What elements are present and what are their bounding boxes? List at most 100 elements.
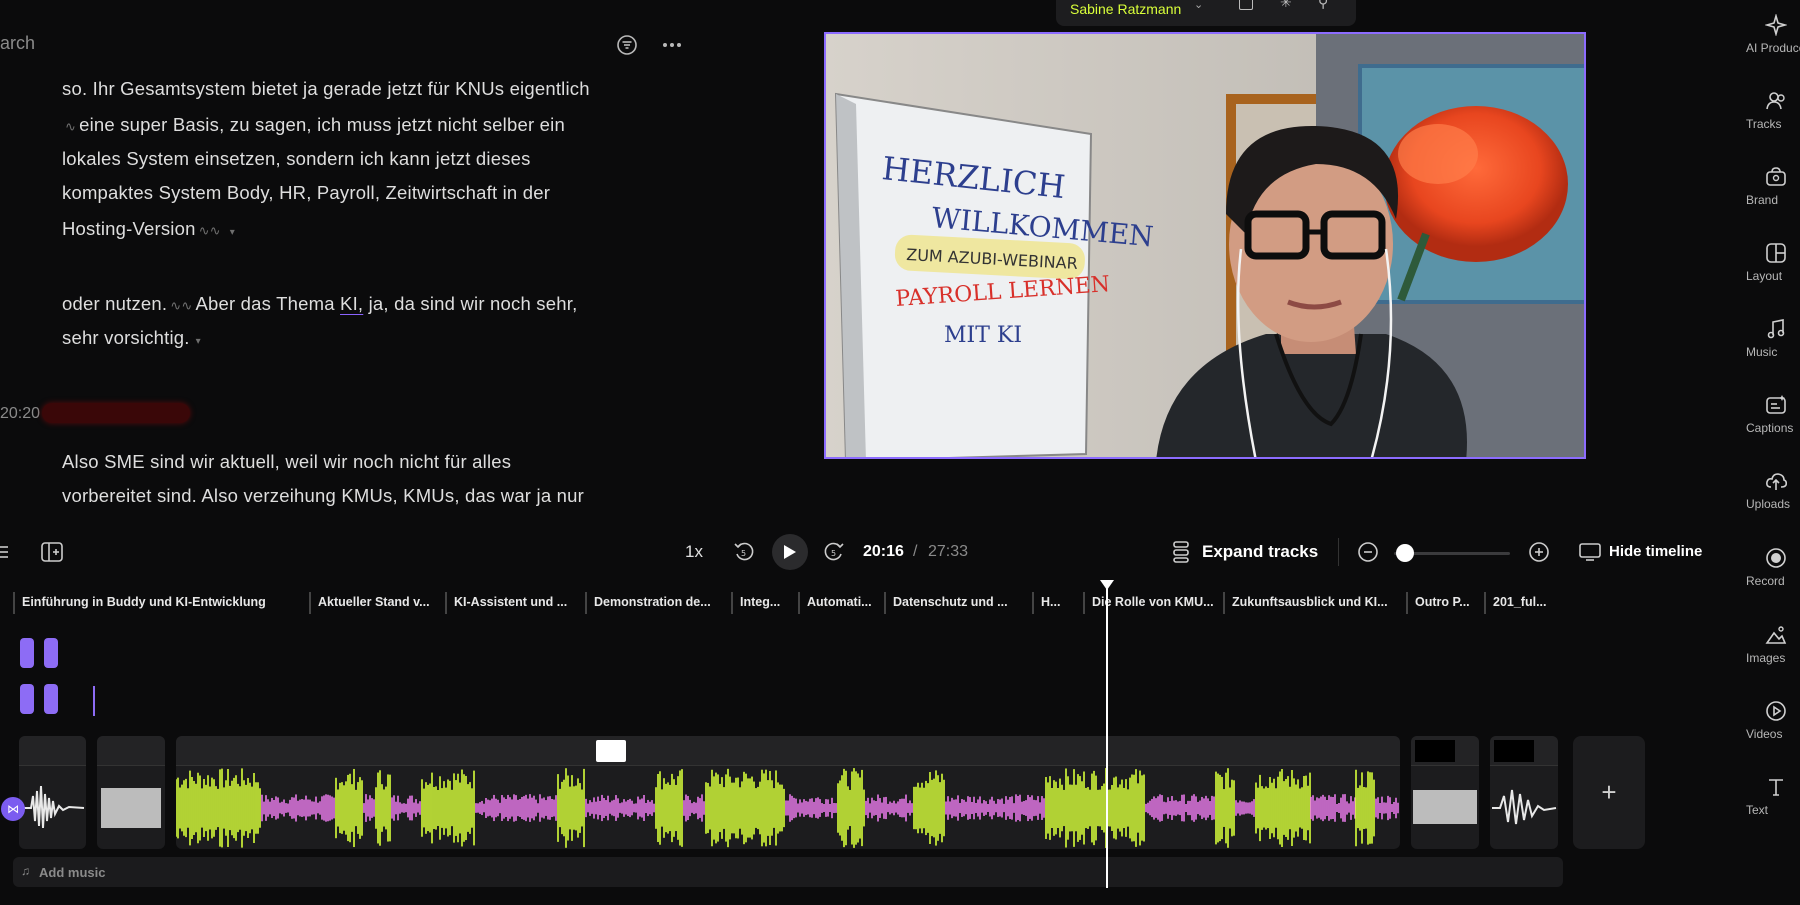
video-preview[interactable]: HERZLICH WILLKOMMEN ZUM AZUBI-WEBINAR PA… <box>824 32 1586 459</box>
track-marker[interactable] <box>20 638 34 668</box>
transcript-line[interactable]: sehr vorsichtig. ▾ <box>62 327 201 349</box>
sidebar-item-label: Brand <box>1746 193 1779 207</box>
video-play-icon <box>1766 701 1786 721</box>
transcript-line[interactable]: kompaktes System Body, HR, Payroll, Zeit… <box>62 182 550 204</box>
transcript-line[interactable]: lokales System einsetzen, sondern ich ka… <box>62 148 531 170</box>
sidebar-item-label: Record <box>1746 574 1785 588</box>
zoom-out-icon[interactable] <box>1356 540 1380 564</box>
zoom-in-icon[interactable] <box>1527 540 1551 564</box>
divider <box>1338 538 1339 566</box>
crop-icon[interactable] <box>1239 0 1253 10</box>
transcript-line[interactable]: oder nutzen. ∿∿ Aber das Thema KI, ja, da … <box>62 293 577 315</box>
redacted-speaker-name <box>42 403 190 423</box>
more-options-icon[interactable] <box>659 32 685 58</box>
chapter-item[interactable]: Demonstration de... <box>585 592 731 614</box>
playback-speed[interactable]: 1x <box>685 542 703 562</box>
sidebar-item-record[interactable]: Record <box>1728 547 1800 588</box>
play-button[interactable] <box>772 534 808 570</box>
total-time: 27:33 <box>928 543 969 560</box>
forward-5-icon[interactable]: 5 <box>822 540 846 564</box>
speaker-name[interactable]: Sabine Ratzmann <box>1070 1 1181 17</box>
chapter-item[interactable]: Outro P... <box>1406 592 1484 614</box>
expand-tracks-button[interactable]: Expand tracks <box>1202 542 1318 562</box>
waveform-icon: ∿ <box>65 119 77 134</box>
waveform-icon: ∿∿ <box>170 298 193 313</box>
chapter-item[interactable]: Zukunftsausblick und KI... <box>1223 592 1406 614</box>
playhead[interactable] <box>1106 583 1108 888</box>
svg-text:MIT KI: MIT KI <box>944 323 1022 348</box>
sidebar-item-tracks[interactable]: Tracks <box>1728 90 1800 131</box>
transcript-line[interactable]: so. Ihr Gesamtsystem bietet ja gerade je… <box>62 78 590 100</box>
speaker-timestamp: 20:20 <box>0 405 41 422</box>
chapter-item[interactable]: KI-Assistent und ... <box>445 592 585 614</box>
sidebar-item-brand[interactable]: Brand <box>1728 166 1800 207</box>
chapter-strip: Einführung in Buddy und KI-Entwicklung A… <box>0 592 1570 614</box>
intro-clip[interactable] <box>97 736 165 849</box>
sidebar-item-layout[interactable]: Layout <box>1728 242 1800 283</box>
sidebar-item-videos[interactable]: Videos <box>1728 700 1800 741</box>
chapter-item[interactable]: Aktueller Stand v... <box>309 592 445 614</box>
current-time: 20:16 <box>863 543 904 560</box>
zoom-slider-handle[interactable] <box>1396 544 1414 562</box>
magic-icon[interactable]: ✳ <box>1280 0 1292 11</box>
track-marker[interactable] <box>44 638 58 668</box>
main-clip-waveform <box>176 768 1399 848</box>
music-track[interactable]: ♫ Add music <box>13 857 1563 887</box>
transcript-line[interactable]: vorbereitet sind. Also verzeihung KMUs, … <box>62 485 584 507</box>
chapter-item[interactable]: Integ... <box>731 592 798 614</box>
transcript-line[interactable]: Also SME sind wir aktuell, weil wir noch… <box>62 451 511 473</box>
video-frame-image: HERZLICH WILLKOMMEN ZUM AZUBI-WEBINAR PA… <box>826 34 1584 457</box>
adjust-icon[interactable]: ⚲ <box>1318 0 1328 11</box>
chapter-item[interactable]: Die Rolle von KMU... <box>1083 592 1220 614</box>
clip-waveform <box>1492 789 1557 825</box>
sidebar-item-label: AI Produce <box>1746 41 1800 55</box>
expand-tracks-icon[interactable] <box>1170 540 1194 564</box>
filter-icon[interactable] <box>614 32 640 58</box>
search-input[interactable]: arch <box>0 33 35 54</box>
hide-timeline-button[interactable]: Hide timeline <box>1609 543 1702 560</box>
chapter-item[interactable]: H... <box>1032 592 1076 614</box>
clip-thumbnail <box>596 740 626 762</box>
record-icon <box>1766 548 1786 568</box>
chevron-down-icon[interactable]: ⌄ <box>1194 0 1203 11</box>
menu-icon[interactable] <box>0 542 12 562</box>
chapter-item[interactable]: Datenschutz und ... <box>884 592 1032 614</box>
chapter-item[interactable]: Automati... <box>798 592 884 614</box>
hide-timeline-icon[interactable] <box>1578 540 1602 564</box>
captions-icon <box>1766 395 1786 414</box>
tool-sidebar: AI Produce Tracks Brand Layout Music Cap… <box>1728 0 1800 905</box>
sidebar-item-text[interactable]: Text <box>1728 776 1800 817</box>
add-clip-button[interactable]: + <box>1573 736 1645 849</box>
link-icon[interactable]: ⋈ <box>1 797 25 821</box>
track-marker[interactable] <box>44 684 58 714</box>
svg-text:5: 5 <box>741 549 746 558</box>
chapter-item[interactable]: Einführung in Buddy und KI-Entwicklung <box>13 592 309 614</box>
add-music-button[interactable]: Add music <box>39 865 105 880</box>
sidebar-item-label: Uploads <box>1746 497 1791 511</box>
sidebar-item-music[interactable]: Music <box>1728 318 1800 359</box>
intro-clip[interactable] <box>19 736 86 849</box>
music-note-icon <box>1767 319 1785 339</box>
users-icon <box>1766 92 1785 110</box>
sidebar-item-label: Text <box>1746 803 1769 817</box>
clip-waveform <box>21 785 85 829</box>
waveform-icon: ∿∿ <box>198 223 221 238</box>
sidebar-item-images[interactable]: Images <box>1728 624 1800 665</box>
sidebar-item-uploads[interactable]: Uploads <box>1728 470 1800 511</box>
track-marker[interactable] <box>20 684 34 714</box>
main-recording-clip[interactable] <box>176 736 1400 849</box>
toggle-transcript-icon[interactable] <box>40 540 64 564</box>
chapter-item[interactable]: 201_ful... <box>1484 592 1564 614</box>
sidebar-item-captions[interactable]: Captions <box>1728 394 1800 435</box>
play-icon <box>784 545 796 559</box>
time-separator: / <box>913 543 918 560</box>
transcript-line[interactable]: Hosting-Version ∿∿ ▾ <box>62 218 235 240</box>
triangle-down-icon: ▾ <box>229 227 236 238</box>
outro-clip[interactable] <box>1490 736 1558 849</box>
outro-clip[interactable] <box>1411 736 1479 849</box>
layout-icon <box>1766 243 1786 263</box>
sidebar-item-ai-produce[interactable]: AI Produce <box>1728 14 1800 55</box>
rewind-5-icon[interactable]: 5 <box>732 540 756 564</box>
transcript-line[interactable]: ∿ eine super Basis, zu sagen, ich muss je… <box>62 114 565 136</box>
playback-controls: 1x 5 5 20:16 / 27:33 Expand tracks Hide … <box>0 530 1728 574</box>
